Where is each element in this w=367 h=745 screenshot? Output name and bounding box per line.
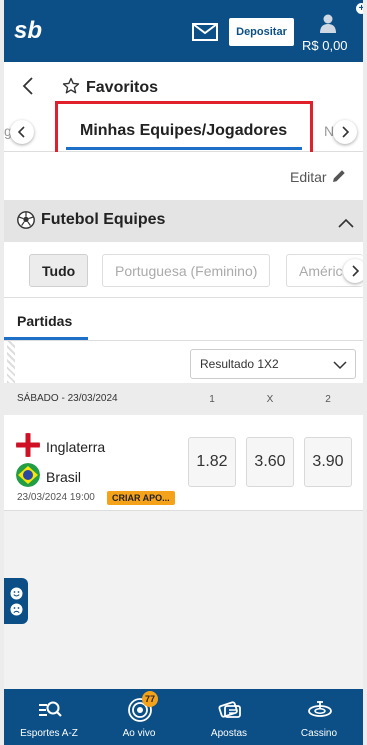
chevron-up-icon[interactable] (338, 215, 354, 233)
tabs-scroll-right-button[interactable] (333, 120, 357, 144)
live-count-badge: 77 (142, 691, 158, 707)
filter-chip-all[interactable]: Tudo (29, 254, 89, 287)
england-flag-icon (16, 433, 40, 457)
expand-icon[interactable]: + (356, 3, 363, 14)
nav-label-sports: Esportes A-Z (20, 728, 78, 739)
edit-link[interactable]: Editar (290, 169, 327, 185)
nav-label-casino: Cassino (300, 728, 338, 739)
column-away: 2 (325, 394, 331, 405)
nav-sports-az[interactable]: Esportes A-Z (4, 689, 94, 745)
column-home: 1 (209, 394, 215, 405)
star-icon (62, 77, 80, 100)
brazil-flag-icon (16, 463, 40, 487)
chevron-down-icon (333, 359, 347, 373)
sad-face-icon[interactable] (10, 603, 23, 616)
create-bet-badge[interactable]: CRIAR APO... (107, 491, 175, 505)
nav-casino[interactable]: Cassino (274, 689, 363, 745)
sports-search-icon (39, 701, 62, 717)
nav-live[interactable]: 77 Ao vivo (94, 689, 184, 745)
section-title: Futebol Equipes (41, 211, 166, 228)
nav-bets[interactable]: Apostas (184, 689, 274, 745)
odd-away-button[interactable]: 3.90 (304, 437, 352, 487)
market-select-value: Resultado 1X2 (200, 357, 279, 371)
tab-matches[interactable]: Partidas (17, 313, 72, 329)
active-subtab-indicator (4, 337, 88, 340)
soccer-ball-icon (17, 211, 35, 234)
event-date-header: SÁBADO - 23/03/2024 1 X 2 (4, 383, 363, 415)
section-header[interactable]: Futebol Equipes (4, 200, 363, 242)
market-row: Resultado 1X2 (4, 341, 363, 383)
event-date: SÁBADO - 23/03/2024 (17, 393, 118, 404)
filters-scroll-right-button[interactable] (343, 259, 363, 283)
happy-face-icon[interactable] (10, 587, 23, 600)
filter-chip-portuguesa[interactable]: Portuguesa (Feminino) (102, 254, 271, 287)
nav-label-live: Ao vivo (122, 728, 156, 739)
bets-icon (218, 701, 241, 718)
subtab-bar: Partidas (4, 298, 363, 341)
casino-icon (308, 701, 332, 717)
odd-home-button[interactable]: 1.82 (188, 437, 236, 487)
column-draw: X (266, 394, 274, 405)
user-icon[interactable] (320, 14, 336, 39)
match-row[interactable]: Inglaterra Brasil 23/03/2024 19:00 CRIAR… (4, 415, 363, 511)
tabs-scroll-left-button[interactable] (10, 120, 34, 144)
svg-text:sb: sb (14, 18, 42, 42)
away-team: Brasil (46, 469, 82, 485)
app-frame: sb Depositar R$ 0,00 + Favoritos Minhas … (4, 0, 363, 745)
deposit-button[interactable]: Depositar (229, 18, 294, 46)
top-bar: sb Depositar R$ 0,00 + (4, 0, 363, 62)
mail-icon[interactable] (192, 22, 218, 47)
edit-row: Editar (4, 152, 363, 200)
bottom-navigation: Esportes A-Z 77 Ao vivo Apostas Cassino (4, 689, 363, 745)
match-time: 23/03/2024 19:00 (17, 492, 95, 503)
account-balance[interactable]: R$ 0,00 (302, 38, 348, 53)
filter-chips: Tudo Portuguesa (Feminino) Améric (4, 242, 363, 298)
sportingbet-logo[interactable]: sb (14, 17, 58, 47)
nav-label-bets: Apostas (210, 728, 248, 739)
highlight-box (55, 101, 313, 156)
home-team: Inglaterra (46, 439, 106, 455)
page-title: Favoritos (86, 79, 159, 96)
feedback-tab[interactable] (4, 578, 28, 624)
back-chevron-icon[interactable] (22, 76, 34, 101)
hatched-divider (7, 341, 15, 383)
market-select[interactable]: Resultado 1X2 (190, 349, 356, 379)
pencil-icon[interactable] (332, 169, 346, 188)
odd-draw-button[interactable]: 3.60 (246, 437, 294, 487)
